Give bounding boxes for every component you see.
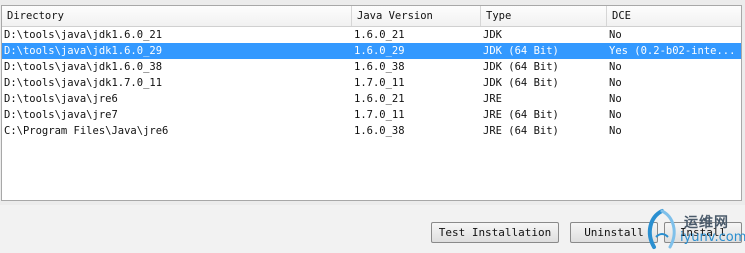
- type-cell: JDK (64 Bit): [483, 61, 559, 73]
- java-version-cell: 1.6.0_38: [354, 125, 405, 137]
- directory-cell: D:\tools\java\jre6: [4, 93, 118, 105]
- dce-cell: Yes (0.2-b02-inte...: [609, 45, 736, 57]
- java-version-cell: 1.6.0_38: [354, 61, 405, 73]
- java-version-cell: 1.6.0_21: [354, 93, 405, 105]
- column-header-type[interactable]: Type: [481, 6, 607, 26]
- java-version-cell: 1.6.0_29: [354, 45, 405, 57]
- dce-cell: No: [609, 77, 622, 89]
- type-cell: JDK (64 Bit): [483, 45, 559, 57]
- directory-cell: D:\tools\java\jdk1.6.0_38: [4, 61, 163, 73]
- type-cell: JRE: [483, 93, 502, 105]
- install-button[interactable]: Install: [664, 222, 742, 243]
- dce-cell: No: [609, 125, 622, 137]
- java-version-cell: 1.7.0_11: [354, 77, 405, 89]
- column-header-java-version[interactable]: Java Version: [352, 6, 481, 26]
- directory-cell: D:\tools\java\jdk1.7.0_11: [4, 77, 163, 89]
- table-header: Directory Java Version Type DCE: [2, 6, 741, 27]
- table-row[interactable]: D:\tools\java\jdk1.6.0_29 1.6.0_29 JDK (64…: [2, 43, 741, 59]
- directory-cell: D:\tools\java\jre7: [4, 109, 118, 121]
- type-cell: JDK: [483, 29, 502, 41]
- table-row[interactable]: D:\tools\java\jre7 1.7.0_11 JRE (64 Bit) No: [2, 107, 741, 123]
- test-installation-button[interactable]: Test Installation: [431, 222, 559, 243]
- table-body: D:\tools\java\jdk1.6.0_21 1.6.0_21 JDK No D:…: [2, 27, 741, 139]
- dce-cell: No: [609, 61, 622, 73]
- table-row[interactable]: D:\tools\java\jdk1.6.0_21 1.6.0_21 JDK No: [2, 27, 741, 43]
- uninstall-button[interactable]: Uninstall: [570, 222, 658, 243]
- java-version-cell: 1.6.0_21: [354, 29, 405, 41]
- column-header-directory[interactable]: Directory: [2, 6, 352, 26]
- table-row[interactable]: C:\Program Files\Java\jre6 1.6.0_38 JRE (6…: [2, 123, 741, 139]
- dce-cell: No: [609, 93, 622, 105]
- table-row[interactable]: D:\tools\java\jre6 1.6.0_21 JRE No: [2, 91, 741, 107]
- java-version-cell: 1.7.0_11: [354, 109, 405, 121]
- type-cell: JRE (64 Bit): [483, 125, 559, 137]
- type-cell: JDK (64 Bit): [483, 77, 559, 89]
- directory-cell: D:\tools\java\jdk1.6.0_21: [4, 29, 163, 41]
- dce-cell: No: [609, 29, 622, 41]
- column-header-dce[interactable]: DCE: [607, 6, 741, 26]
- table-row[interactable]: D:\tools\java\jdk1.6.0_38 1.6.0_38 JDK (64…: [2, 59, 741, 75]
- dce-cell: No: [609, 109, 622, 121]
- installations-table[interactable]: Directory Java Version Type DCE D:\tools…: [1, 5, 742, 201]
- type-cell: JRE (64 Bit): [483, 109, 559, 121]
- table-row[interactable]: D:\tools\java\jdk1.7.0_11 1.7.0_11 JDK (64…: [2, 75, 741, 91]
- directory-cell: D:\tools\java\jdk1.6.0_29: [4, 45, 163, 57]
- directory-cell: C:\Program Files\Java\jre6: [4, 125, 169, 137]
